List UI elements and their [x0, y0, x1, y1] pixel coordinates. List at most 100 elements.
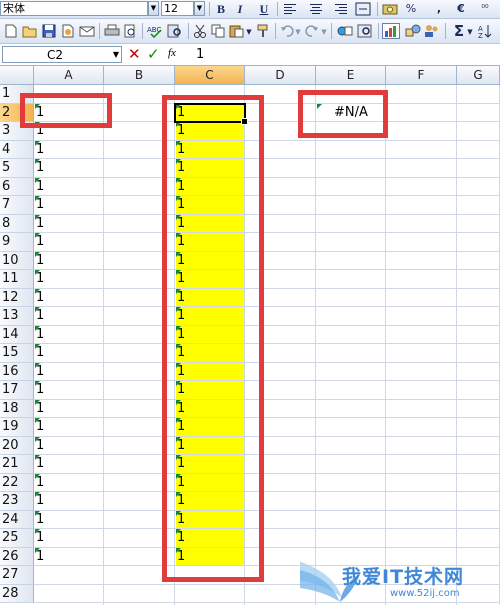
print-icon[interactable]: [104, 24, 120, 38]
paste-icon[interactable]: [229, 24, 244, 38]
column-header-c[interactable]: C: [175, 66, 245, 85]
open-folder-icon[interactable]: [22, 24, 37, 38]
cancel-entry-button[interactable]: ✕: [128, 46, 141, 63]
redo-icon[interactable]: [305, 24, 319, 38]
row-header-21[interactable]: 21: [0, 455, 34, 474]
permission-icon[interactable]: [61, 24, 75, 38]
align-center-icon[interactable]: [309, 2, 323, 16]
enter-entry-button[interactable]: ✓: [147, 46, 160, 63]
align-left-icon[interactable]: [283, 2, 297, 16]
format-painter-icon[interactable]: [257, 24, 271, 38]
font-name-select[interactable]: 宋体: [0, 1, 148, 16]
row-header-12[interactable]: 12: [0, 288, 34, 307]
name-box[interactable]: C2 ▼: [2, 46, 122, 63]
italic-button[interactable]: I: [231, 1, 249, 17]
toolbar-separator: [445, 23, 446, 39]
row-header-26[interactable]: 26: [0, 547, 34, 566]
paste-dropdown-icon[interactable]: ▼: [245, 24, 253, 40]
row-header-10[interactable]: 10: [0, 251, 34, 270]
hyperlink-icon[interactable]: [337, 24, 353, 38]
autosum-dropdown-icon[interactable]: ▼: [466, 24, 474, 40]
row-header-18[interactable]: 18: [0, 399, 34, 418]
insert-chart-icon[interactable]: [382, 23, 400, 39]
row-header-6[interactable]: 6: [0, 177, 34, 196]
undo-dropdown-icon[interactable]: ▼: [294, 24, 302, 40]
column-header-a[interactable]: A: [34, 66, 104, 85]
redo-dropdown-icon[interactable]: ▼: [320, 24, 328, 40]
gridline-horizontal: [34, 195, 500, 196]
row-header-14[interactable]: 14: [0, 325, 34, 344]
text-number-indicator-icon: [35, 529, 40, 534]
row-header-9[interactable]: 9: [0, 233, 34, 252]
annotation-box-column-c: [162, 95, 264, 582]
research-pane-icon[interactable]: [357, 24, 372, 38]
research-icon[interactable]: [167, 24, 181, 38]
toolbar-separator: [277, 2, 278, 16]
column-header-b[interactable]: B: [104, 66, 175, 85]
bold-button[interactable]: B: [212, 1, 230, 17]
align-right-icon[interactable]: [334, 2, 348, 16]
row-header-8[interactable]: 8: [0, 214, 34, 233]
row-header-7[interactable]: 7: [0, 196, 34, 215]
row-header-27[interactable]: 27: [0, 566, 34, 585]
new-document-icon[interactable]: [4, 24, 18, 38]
gridline-horizontal: [34, 176, 500, 178]
select-all-corner[interactable]: [0, 66, 34, 85]
copy-icon[interactable]: [211, 24, 225, 38]
people-icon[interactable]: [424, 24, 438, 38]
euro-button[interactable]: €: [452, 1, 470, 17]
currency-style-icon[interactable]: [382, 2, 398, 16]
row-header-19[interactable]: 19: [0, 418, 34, 437]
font-name-dropdown-icon[interactable]: ▼: [148, 1, 159, 16]
drawing-icon[interactable]: [405, 24, 421, 38]
toolbar-separator: [142, 23, 143, 39]
spelling-icon[interactable]: ABC: [147, 24, 162, 39]
gridline-horizontal: [34, 213, 500, 215]
toolbar-separator: [209, 2, 210, 16]
worksheet-grid[interactable]: ABCDEFG 1 2 3 4 5 6 7 8 9 10 11 12 13 14 15 16 17 18 19 20 2…: [0, 66, 500, 605]
row-header-24[interactable]: 24: [0, 510, 34, 529]
row-header-23[interactable]: 23: [0, 492, 34, 511]
comma-style-button[interactable]: ,: [430, 1, 448, 17]
percent-style-button[interactable]: %: [402, 1, 420, 17]
print-preview-icon[interactable]: [123, 24, 137, 38]
row-header-11[interactable]: 11: [0, 270, 34, 289]
text-number-indicator-icon: [35, 455, 40, 460]
svg-text:Z: Z: [478, 32, 483, 38]
row-header-5[interactable]: 5: [0, 159, 34, 178]
font-size-dropdown-icon[interactable]: ▼: [194, 1, 205, 16]
gridline-horizontal: [34, 158, 500, 159]
name-box-dropdown-icon[interactable]: ▼: [113, 47, 119, 62]
row-header-4[interactable]: 4: [0, 140, 34, 159]
column-header-g[interactable]: G: [457, 66, 500, 85]
row-header-22[interactable]: 22: [0, 473, 34, 492]
increase-decimal-button[interactable]: ⁰⁰: [476, 1, 494, 17]
row-header-28[interactable]: 28: [0, 584, 34, 603]
row-header-13[interactable]: 13: [0, 307, 34, 326]
gridline-horizontal: [34, 454, 500, 455]
row-header-15[interactable]: 15: [0, 344, 34, 363]
underline-button[interactable]: U: [255, 1, 273, 17]
formula-input[interactable]: 1: [184, 46, 498, 64]
row-header-25[interactable]: 25: [0, 529, 34, 548]
email-icon[interactable]: [79, 24, 95, 38]
row-header-20[interactable]: 20: [0, 436, 34, 455]
row-header-17[interactable]: 17: [0, 381, 34, 400]
text-number-indicator-icon: [35, 510, 40, 516]
insert-function-button[interactable]: fx: [168, 47, 176, 59]
text-number-indicator-icon: [35, 307, 40, 312]
cut-icon[interactable]: [193, 24, 207, 38]
row-header-16[interactable]: 16: [0, 362, 34, 381]
save-icon[interactable]: [42, 24, 56, 38]
gridline-vertical: [385, 85, 386, 605]
gridline-horizontal: [34, 491, 500, 492]
column-header-d[interactable]: D: [245, 66, 316, 85]
font-size-select[interactable]: 12: [161, 1, 194, 16]
merge-center-icon[interactable]: [355, 2, 371, 16]
watermark-logo: 我爱IT技术网 www.52ij.com: [300, 548, 500, 605]
column-header-f[interactable]: F: [386, 66, 457, 85]
column-header-e[interactable]: E: [316, 66, 386, 85]
text-number-indicator-icon: [35, 381, 40, 386]
sort-ascending-icon[interactable]: AZ: [478, 24, 492, 40]
undo-icon[interactable]: [280, 24, 294, 38]
